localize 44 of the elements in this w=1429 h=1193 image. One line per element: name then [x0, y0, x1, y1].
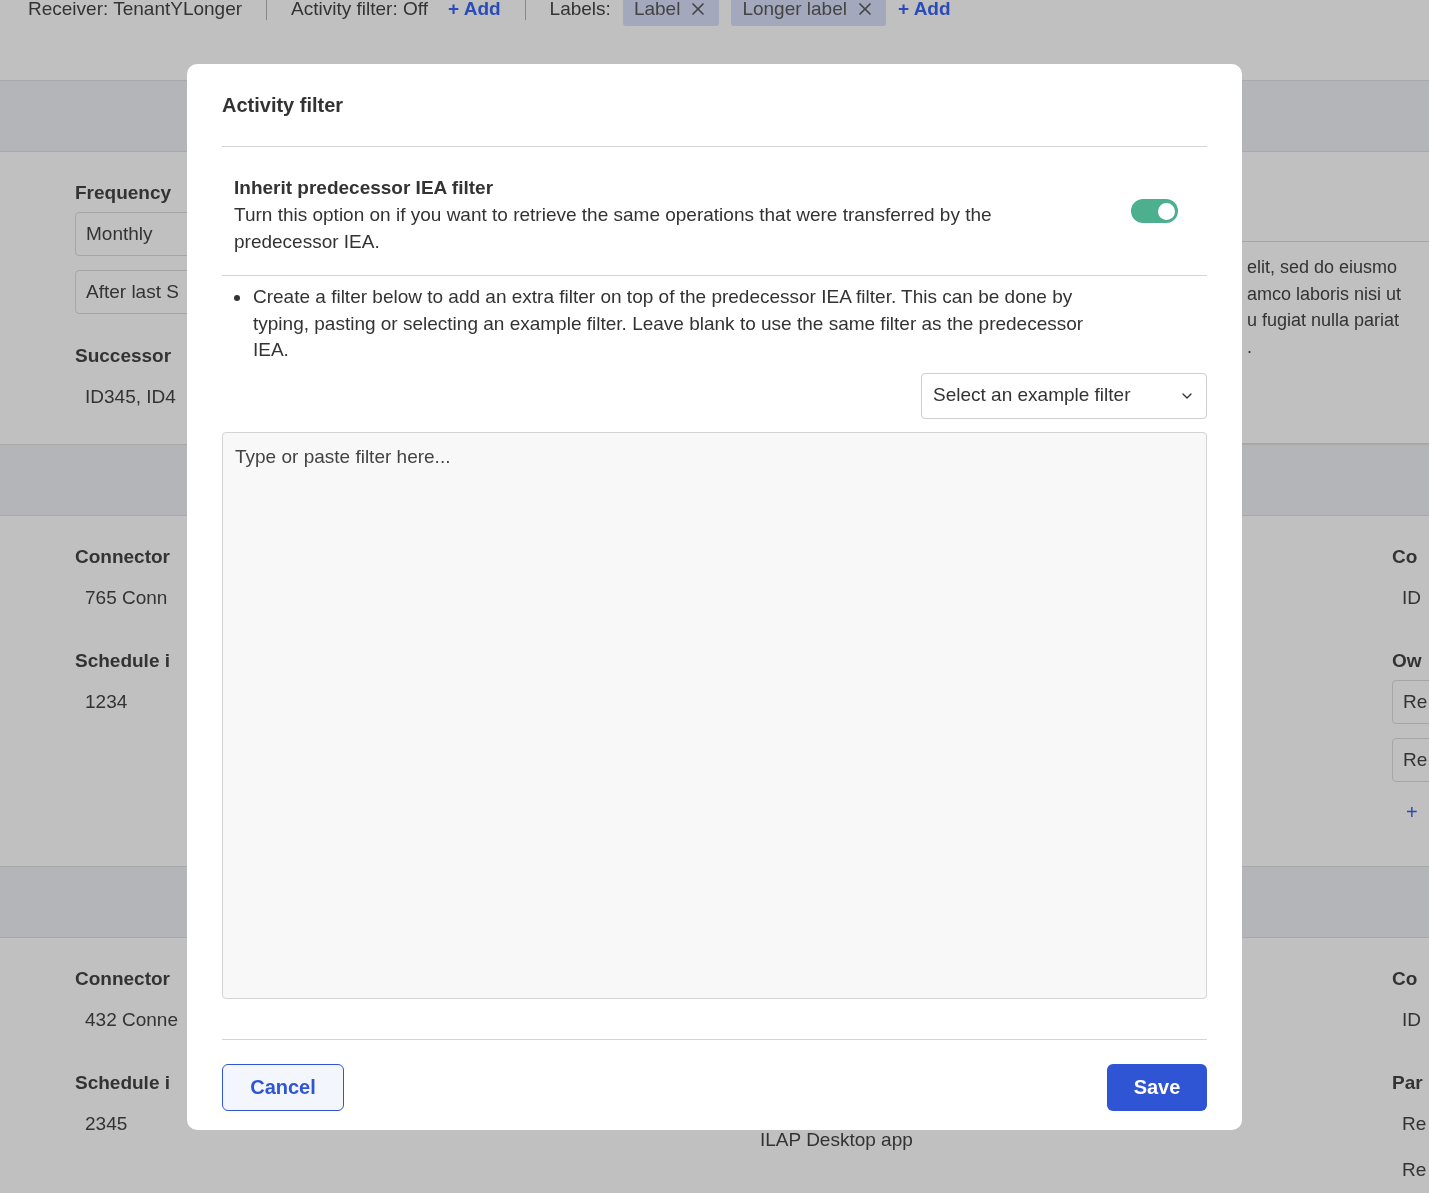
save-button[interactable]: Save — [1107, 1063, 1207, 1111]
text-line: . — [1247, 335, 1253, 359]
field-value: ID345, ID4 — [84, 385, 177, 409]
field-value: 765 Conn — [84, 586, 169, 610]
field-label: Successor — [75, 344, 173, 368]
field-label: Co — [1392, 545, 1419, 569]
text-line: amco laboris nisi ut — [1247, 282, 1403, 306]
input-field[interactable]: Re — [1392, 738, 1429, 782]
field-value: Re — [1401, 1112, 1428, 1136]
field-label: Schedule i — [75, 649, 172, 673]
field-label: Connector — [75, 967, 171, 991]
option-description: Turn this option on if you want to retrieve the same operations that were transferred by the predecessor IEA. — [234, 203, 993, 254]
field-label: Co — [1392, 967, 1419, 991]
text-line: elit, sed do eiusmo — [1247, 256, 1399, 279]
add-link[interactable]: + — [1392, 800, 1429, 824]
toggle-switch[interactable] — [1131, 199, 1178, 223]
add-link[interactable]: + Add — [897, 0, 951, 24]
field-label: Frequency — [75, 181, 173, 205]
cancel-button[interactable]: Cancel — [222, 1063, 344, 1111]
field-value: 2345 — [84, 1112, 129, 1136]
dialog-title: Activity filter — [222, 93, 345, 118]
text-line: u fugiat nulla pariat — [1247, 309, 1401, 332]
filter-input[interactable]: Type or paste filter here... — [222, 431, 1207, 999]
field-label: Schedule i — [75, 1071, 172, 1095]
receiver-text: Receiver: TenantYLonger — [28, 0, 243, 21]
input-field[interactable]: Re — [1392, 680, 1429, 724]
add-link[interactable]: + Add — [448, 0, 501, 24]
field-label: Ow — [1392, 649, 1423, 673]
example-filter-select[interactable]: Select an example filter — [921, 372, 1207, 419]
field-label: Connector — [75, 545, 171, 569]
field-value: ID — [1401, 586, 1422, 610]
field-label: Par — [1392, 1071, 1424, 1095]
field-value: Re — [1401, 1158, 1428, 1182]
labels-title: Labels: — [549, 0, 611, 21]
field-value: ID — [1401, 1008, 1422, 1032]
field-value: 432 Conne — [84, 1008, 179, 1032]
label-tag: Label — [622, 0, 720, 26]
option-title: Inherit predecessor IEA filter — [234, 176, 495, 200]
field-value: 1234 — [84, 690, 129, 714]
field-value: ILAP Desktop app — [759, 1128, 914, 1152]
activity-filter-text: Activity filter: Off — [291, 0, 428, 21]
bullet-icon — [234, 295, 240, 301]
label-tag: Longer label — [731, 0, 886, 26]
bullet-text: Create a filter below to add an extra filter on top of the predecessor IEA filter. This can be done by typing, pasting or selecting an example filter. Leave blank to use the same filter as the predecessor IEA. — [253, 285, 1085, 362]
